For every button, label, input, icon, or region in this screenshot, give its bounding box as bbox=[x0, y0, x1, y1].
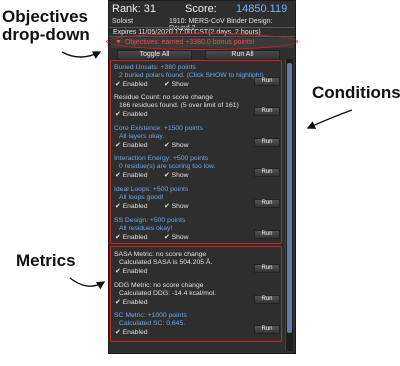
objectives-dropdown-annotation: Objectives drop-down bbox=[2, 8, 90, 44]
run-all-button[interactable]: Run All bbox=[205, 50, 280, 60]
global-buttons: Toggle All Run All bbox=[117, 50, 287, 60]
objectives-arrow bbox=[61, 51, 102, 59]
toggle-all-button[interactable]: Toggle All bbox=[117, 50, 192, 60]
conditions-annotation: Conditions bbox=[312, 83, 400, 102]
metrics-annotation: Metrics bbox=[16, 251, 76, 270]
annotation-objectives-line2: drop-down bbox=[2, 24, 90, 44]
score-label: Score: bbox=[185, 3, 217, 15]
metrics-highlight-box bbox=[110, 246, 282, 342]
objectives-highlight-ellipse bbox=[106, 33, 298, 50]
metrics-arrow bbox=[69, 277, 106, 290]
scrollbar-thumb[interactable] bbox=[287, 63, 292, 333]
conditions-arrow bbox=[306, 109, 353, 129]
conditions-highlight-box bbox=[110, 60, 282, 244]
score-value: 14850.119 bbox=[236, 3, 288, 15]
annotation-objectives-line1: Objectives bbox=[2, 7, 88, 26]
list-scrollbar[interactable] bbox=[285, 59, 293, 351]
